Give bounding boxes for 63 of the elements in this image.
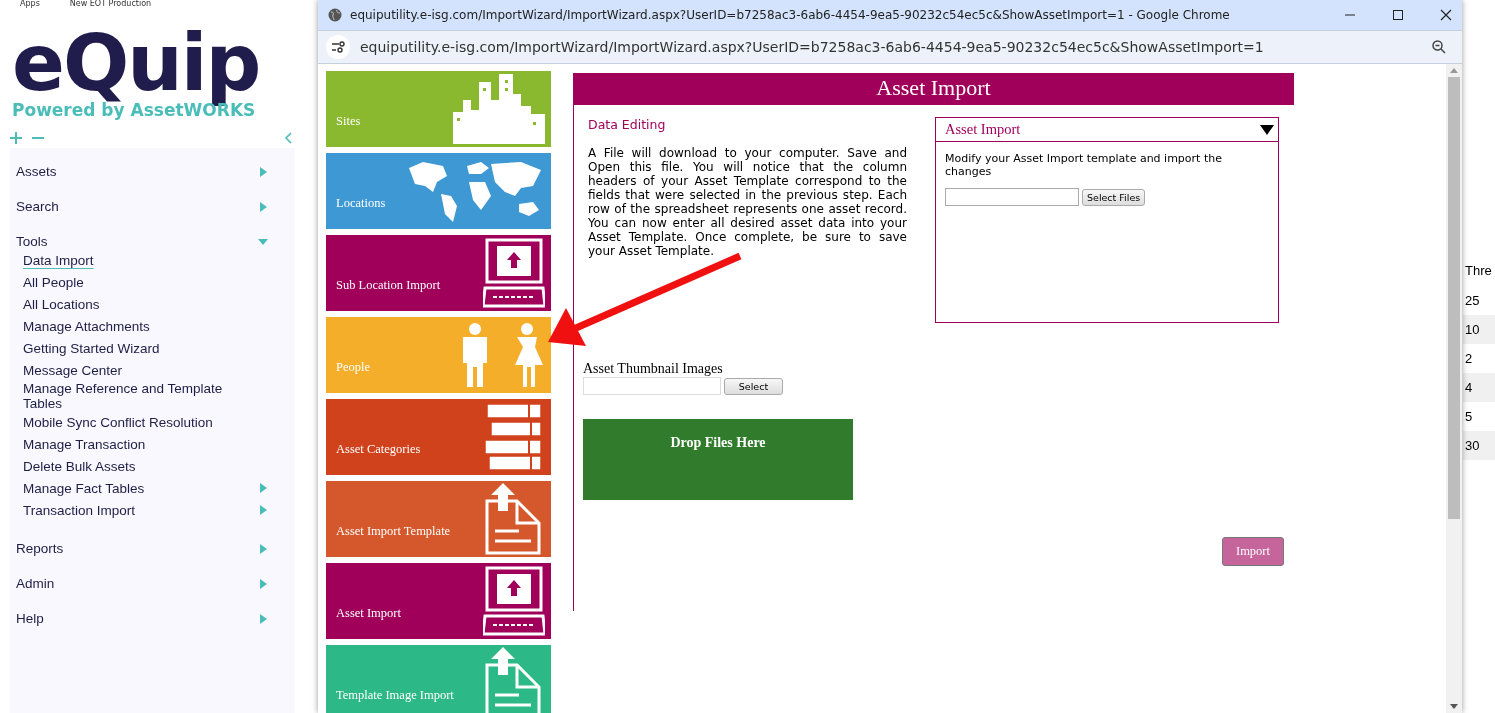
select-button[interactable]: Select: [724, 377, 783, 395]
sidebar-item[interactable]: Assets: [16, 164, 57, 179]
caret-down-icon[interactable]: [1260, 124, 1274, 135]
description-text: A File will download to your computer. Save and Open this file. You will notice that the column headers of your Asset Template correspond to the fields that were selected in the previous step. Each row of the spreadsheet represents one asset record. You can now enter all desired asset data into your Asset Template. Once complete, be sure to save your Asset Template.: [588, 146, 907, 258]
file-name-field[interactable]: [945, 188, 1079, 206]
site-settings-icon[interactable]: [326, 35, 350, 59]
submenu-item[interactable]: Message Center: [23, 362, 123, 378]
table-cell-text: 2: [1464, 350, 1474, 368]
bookmark-link[interactable]: New EOT Production: [69, 0, 152, 8]
submenu-item[interactable]: Manage Transaction: [23, 436, 146, 452]
select-files-button[interactable]: Select Files: [1082, 188, 1146, 206]
submenu-item[interactable]: Transaction Import: [23, 502, 136, 518]
caret-right-icon[interactable]: [258, 543, 268, 554]
submenu-item[interactable]: Getting Started Wizard: [23, 340, 160, 356]
window-title: equiputility.e-isg.com/ImportWizard/ImportWizard.aspx?UserID=b7258ac3-6ab6-4454-9ea5-90232c54ec5c&ShowAssetImport=1 - Google Chrome: [350, 8, 1231, 22]
wizard-tile[interactable]: Sub Location Import: [326, 235, 551, 311]
drop-zone[interactable]: Drop Files Here: [583, 419, 853, 500]
computer-icon: [483, 566, 545, 636]
sidebar-item[interactable]: Search: [16, 199, 59, 214]
sidebar-item[interactable]: Admin: [16, 576, 55, 591]
table-cell: 4: [1463, 373, 1495, 402]
submenu-item[interactable]: Manage Reference and Template Tables: [23, 381, 238, 411]
sidebar-item[interactable]: Help: [16, 611, 44, 626]
table-cell-text: 25: [1464, 292, 1481, 310]
table-cell-text: 5: [1464, 408, 1474, 426]
submenu-item[interactable]: Delete Bulk Assets: [23, 458, 136, 474]
plus-icon[interactable]: [10, 132, 22, 144]
scrollbar[interactable]: [1446, 64, 1462, 713]
collapse-icon[interactable]: [284, 132, 292, 144]
wizard-tile[interactable]: Asset Import Template: [326, 481, 551, 557]
wizard-tile[interactable]: Asset Import: [326, 563, 551, 639]
sidebar-item[interactable]: Reports: [16, 541, 64, 556]
caret-right-icon[interactable]: [258, 483, 268, 493]
table-cell: 10: [1463, 315, 1495, 344]
globe-icon: [328, 8, 342, 22]
caret-right-icon[interactable]: [258, 613, 268, 624]
page-heading: Asset Import: [573, 73, 1294, 105]
instruction-text: Modify your Asset Import template and import the changes: [945, 152, 1223, 178]
section-title: Data Editing: [588, 117, 667, 132]
accordion-title[interactable]: Asset Import: [945, 121, 1021, 138]
submenu-item[interactable]: Manage Attachments: [23, 318, 150, 334]
caret-right-icon[interactable]: [258, 201, 268, 212]
submenu-item[interactable]: Mobile Sync Conflict Resolution: [23, 414, 213, 430]
wizard-tile[interactable]: Asset Categories: [326, 399, 551, 475]
submenu-item[interactable]: Manage Fact Tables: [23, 480, 145, 496]
caret-right-icon[interactable]: [258, 505, 268, 515]
close-icon[interactable]: [1440, 9, 1452, 21]
table-cell: 30: [1463, 431, 1495, 460]
submenu-item[interactable]: All People: [23, 274, 84, 290]
maximize-icon[interactable]: [1392, 9, 1404, 21]
field-label: Asset Thumbnail Images: [583, 361, 724, 377]
zoom-icon[interactable]: [1432, 40, 1446, 54]
scroll-up-icon[interactable]: [1450, 68, 1458, 73]
caret-right-icon[interactable]: [258, 578, 268, 589]
scroll-down-icon[interactable]: [1450, 704, 1458, 709]
bookmark-link[interactable]: Apps: [20, 0, 40, 8]
submenu-item[interactable]: All Locations: [23, 296, 100, 312]
computer-icon: [483, 238, 545, 308]
table-header: Thre: [1464, 262, 1493, 280]
submenu-item[interactable]: Data Import: [23, 252, 94, 268]
sidebar-item[interactable]: Tools: [16, 234, 48, 249]
city-icon: [453, 74, 545, 144]
caret-right-icon[interactable]: [258, 166, 268, 177]
